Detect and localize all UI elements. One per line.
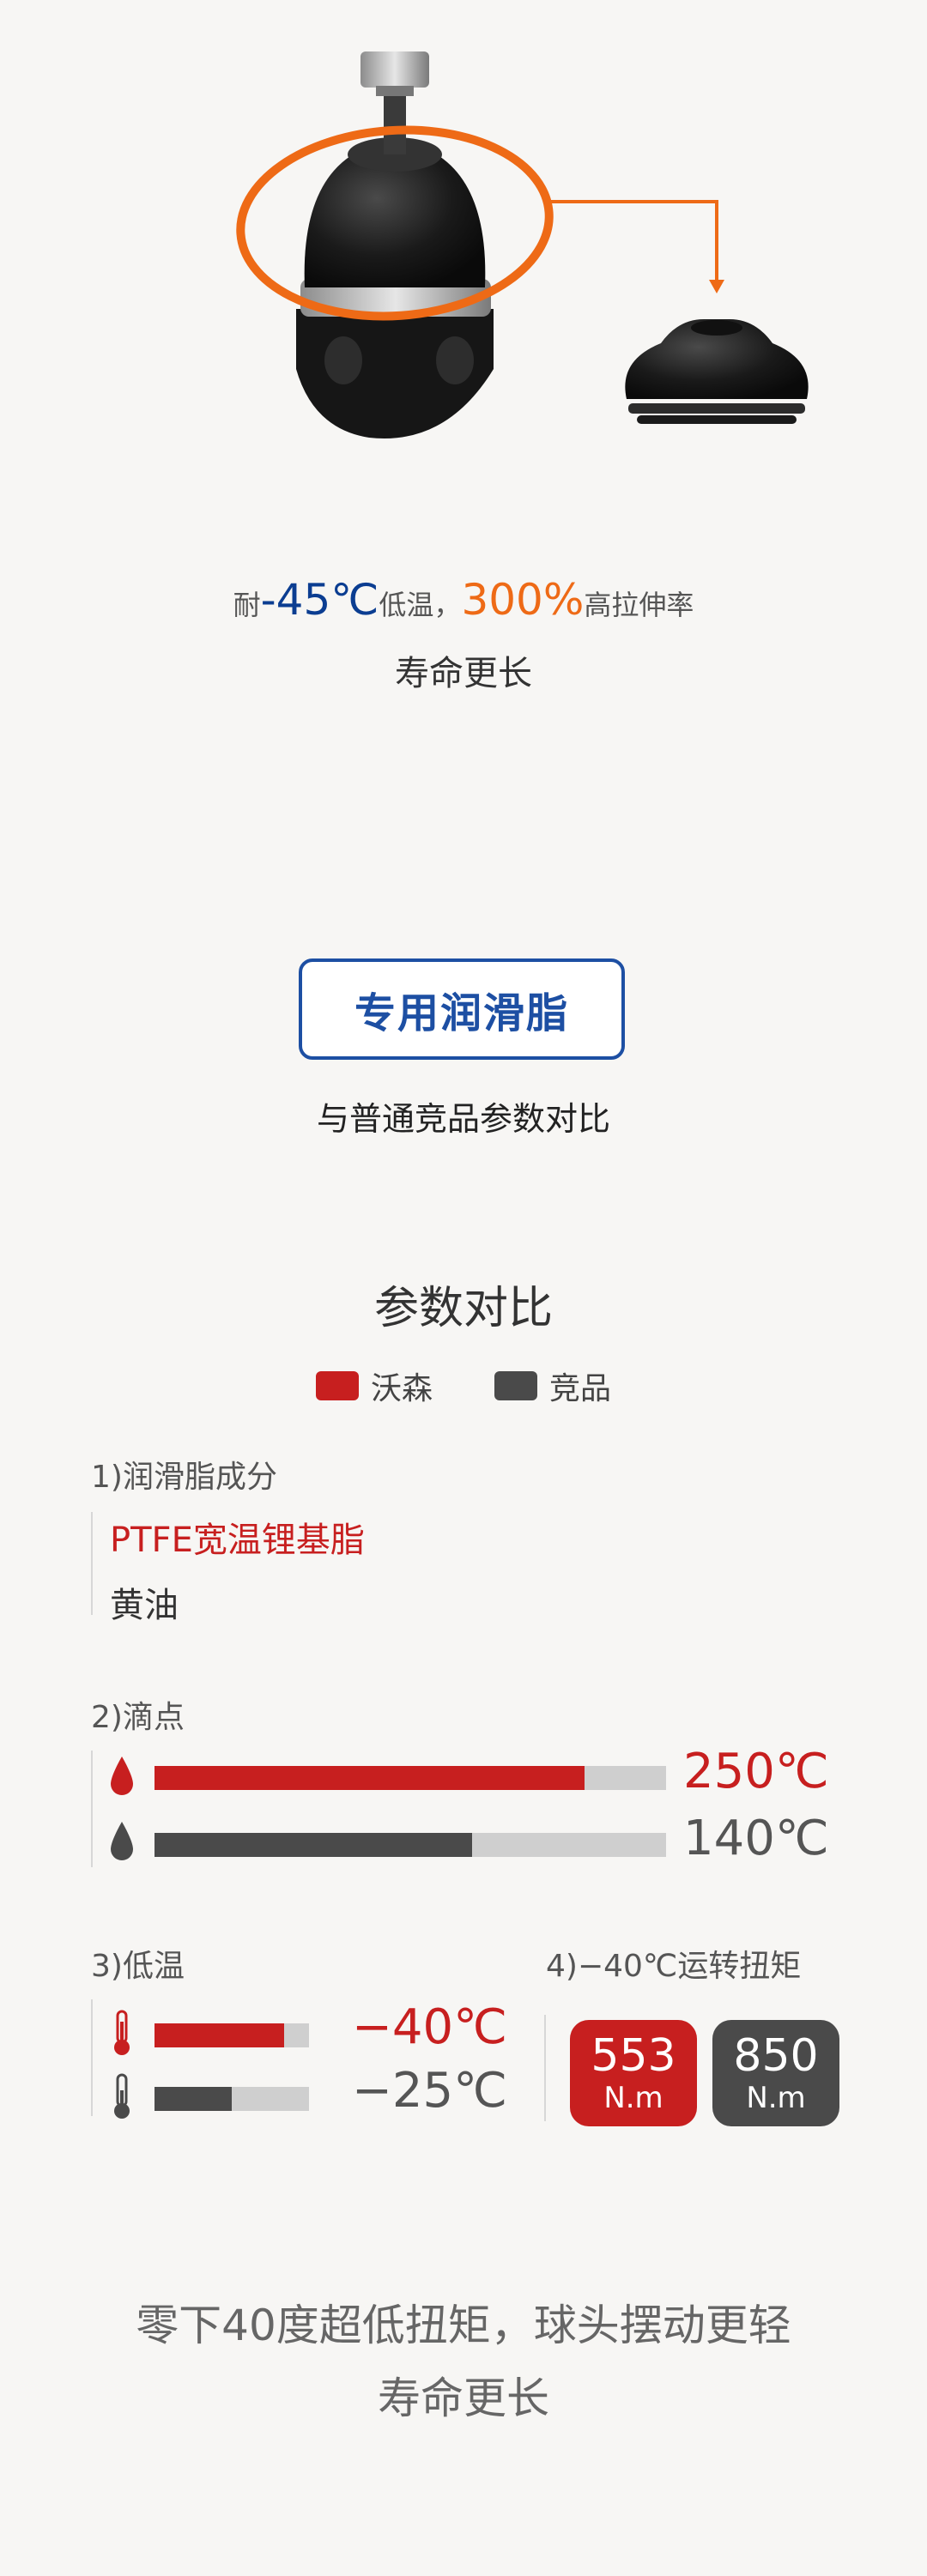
feature-elong-suffix: 高拉伸率 (584, 589, 694, 621)
legend-swatch-ours (315, 1371, 359, 1400)
drop-icon (105, 1752, 139, 1800)
thermometer-icon (106, 2008, 137, 2059)
thermometer-icon (106, 2071, 137, 2123)
low-temp-value-ours: −40℃ (352, 1999, 508, 2055)
drop-icon (105, 1817, 139, 1865)
low-temp-bar-ours-fill (154, 2023, 285, 2047)
feature-temp-suffix: 低温， (379, 589, 462, 621)
low-temp-bar-theirs-fill (154, 2087, 232, 2111)
low-temp-title: 3)低温 (91, 1949, 185, 1984)
drop-point-bar-ours-fill (154, 1766, 585, 1790)
drop-point-bar-ours (154, 1766, 666, 1790)
ball-joint-product-image (236, 51, 809, 438)
feature-prefix: 耐 (233, 589, 261, 621)
legend-label-ours: 沃森 (370, 1371, 433, 1406)
torque-unit-ours: N.m (603, 2081, 663, 2115)
low-temp-divider (91, 1999, 93, 2116)
torque-box-theirs: 850 N.m (712, 2020, 839, 2126)
composition-title: 1)润滑脂成分 (91, 1460, 277, 1495)
legend-item-theirs: 竞品 (494, 1367, 612, 1406)
drop-point-bar-theirs (154, 1833, 666, 1857)
composition-ours: PTFE宽温锂基脂 (110, 1521, 365, 1560)
life-text: 寿命更长 (395, 654, 532, 693)
low-temp-bar-theirs (154, 2087, 309, 2111)
torque-title: 4)−40℃运转扭矩 (546, 1949, 802, 1984)
legend: 沃森 竞品 (0, 1367, 927, 1406)
composition-divider (91, 1512, 93, 1615)
drop-point-title: 2)滴点 (91, 1700, 185, 1735)
low-temp-value-theirs: −25℃ (352, 2063, 508, 2119)
legend-label-theirs: 竞品 (549, 1371, 612, 1406)
low-temp-bar-ours (154, 2023, 309, 2047)
drop-point-value-theirs: 140℃ (683, 1811, 829, 1866)
grease-section-badge: 专用润滑脂 (299, 958, 625, 1060)
footer-line-1: 零下40度超低扭矩，球头摆动更轻 (136, 2301, 791, 2350)
drop-point-value-ours: 250℃ (683, 1744, 829, 1799)
legend-item-ours: 沃森 (315, 1367, 433, 1406)
torque-box-ours: 553 N.m (570, 2020, 697, 2126)
footer-line-2: 寿命更长 (378, 2373, 549, 2423)
feature-elongation: 300% (461, 575, 585, 625)
torque-unit-theirs: N.m (746, 2081, 806, 2115)
drop-point-bar-theirs-fill (154, 1833, 472, 1857)
feature-temp: -45℃ (260, 575, 379, 625)
torque-value-ours: 553 (591, 2030, 676, 2082)
comparison-title: 参数对比 (373, 1283, 553, 1334)
torque-value-theirs: 850 (733, 2030, 819, 2082)
torque-divider (544, 2015, 546, 2121)
legend-swatch-theirs (494, 1371, 537, 1400)
feature-line: 耐-45℃低温，300%高拉伸率 (0, 575, 927, 625)
grease-section-subtitle: 与普通竞品参数对比 (316, 1100, 610, 1138)
composition-theirs: 黄油 (110, 1586, 179, 1625)
drop-point-divider (91, 1751, 93, 1867)
